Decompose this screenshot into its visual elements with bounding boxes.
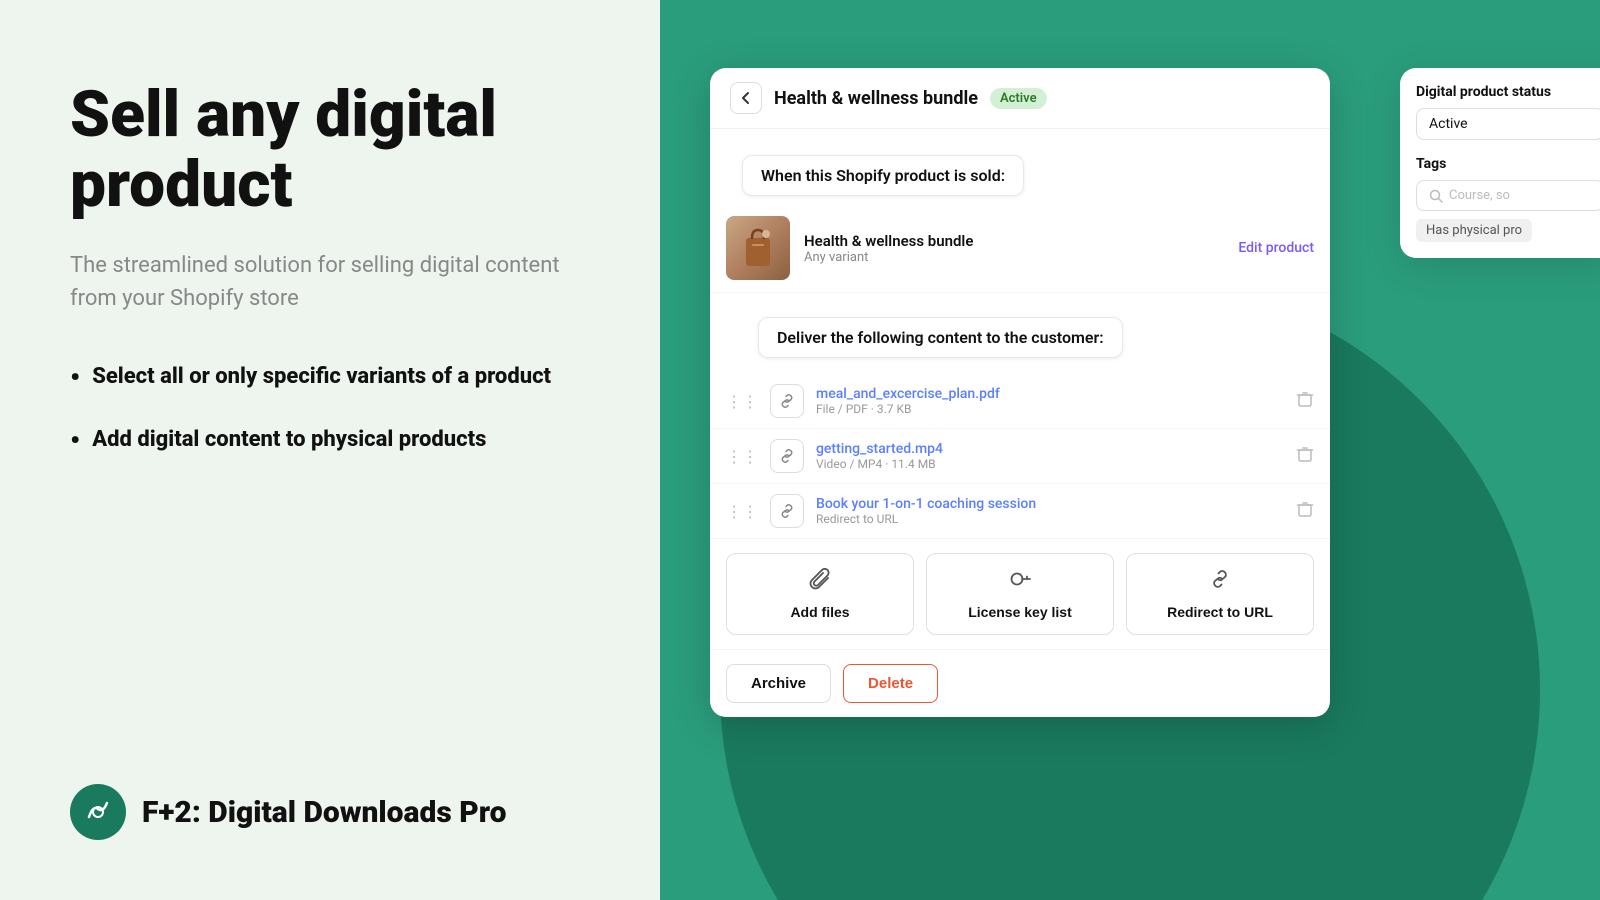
file-meta-2: Video / MP4 · 11.4 MB: [816, 457, 1284, 471]
drag-handle-1[interactable]: ⋮⋮: [726, 392, 758, 411]
tags-search[interactable]: Course, so: [1416, 180, 1600, 211]
drag-handle-3[interactable]: ⋮⋮: [726, 502, 758, 521]
bullet-item-1: Select all or only specific variants of …: [70, 363, 590, 394]
action-buttons-row: Add files License key list: [710, 539, 1330, 650]
back-arrow-icon: [738, 90, 754, 106]
status-badge: Active: [990, 88, 1047, 109]
add-files-label: Add files: [790, 604, 849, 620]
sidebar-status-value: Active: [1416, 108, 1600, 140]
delete-file-3[interactable]: [1296, 500, 1314, 523]
delete-file-2[interactable]: [1296, 445, 1314, 468]
delete-file-1[interactable]: [1296, 390, 1314, 413]
product-row: Health & wellness bundle Any variant Edi…: [710, 204, 1330, 293]
window-title: Health & wellness bundle: [774, 88, 978, 109]
file-icon-1: [770, 384, 804, 418]
file-info-1: meal_and_excercise_plan.pdf File / PDF ·…: [816, 386, 1284, 416]
left-content: Sell any digital product The streamlined…: [70, 80, 590, 488]
paperclip-svg: [809, 568, 831, 590]
hero-title: Sell any digital product: [70, 80, 590, 221]
add-files-button[interactable]: Add files: [726, 553, 914, 635]
drag-handle-2[interactable]: ⋮⋮: [726, 447, 758, 466]
file-info-2: getting_started.mp4 Video / MP4 · 11.4 M…: [816, 441, 1284, 471]
tags-label: Tags: [1416, 156, 1600, 172]
key-icon: [1009, 568, 1031, 596]
bottom-actions: Archive Delete: [710, 650, 1330, 717]
file-name-3[interactable]: Book your 1-on-1 coaching session: [816, 496, 1284, 512]
redirect-url-label: Redirect to URL: [1167, 604, 1273, 620]
search-icon: [1429, 189, 1443, 203]
trash-icon-2: [1296, 445, 1314, 463]
bullet-item-2: Add digital content to physical products: [70, 426, 590, 457]
file-row-2: ⋮⋮ getting_started.mp4 Video / MP4 · 11.…: [710, 429, 1330, 484]
redirect-url-button[interactable]: Redirect to URL: [1126, 553, 1314, 635]
left-panel: Sell any digital product The streamlined…: [0, 0, 660, 900]
license-key-button[interactable]: License key list: [926, 553, 1114, 635]
back-button[interactable]: [730, 82, 762, 114]
file-info-3: Book your 1-on-1 coaching session Redire…: [816, 496, 1284, 526]
product-name: Health & wellness bundle: [804, 232, 1224, 250]
app-window: Health & wellness bundle Active When thi…: [710, 68, 1330, 717]
brand-name: F+2: Digital Downloads Pro: [142, 795, 506, 830]
file-name-1[interactable]: meal_and_excercise_plan.pdf: [816, 386, 1284, 402]
bullet-list: Select all or only specific variants of …: [70, 363, 590, 457]
brand-footer: F+2: Digital Downloads Pro: [70, 784, 590, 840]
paperclip-icon: [809, 568, 831, 596]
brand-logo: [70, 784, 126, 840]
file-name-2[interactable]: getting_started.mp4: [816, 441, 1284, 457]
trash-icon-3: [1296, 500, 1314, 518]
trash-icon-1: [1296, 390, 1314, 408]
link-icon-2: [778, 447, 796, 465]
file-meta-1: File / PDF · 3.7 KB: [816, 402, 1284, 416]
file-icon-2: [770, 439, 804, 473]
product-variant: Any variant: [804, 250, 1224, 265]
product-info: Health & wellness bundle Any variant: [804, 232, 1224, 265]
tags-search-placeholder: Course, so: [1449, 188, 1510, 203]
product-image: [726, 216, 790, 280]
link-icon-3: [778, 502, 796, 520]
edit-product-link[interactable]: Edit product: [1238, 240, 1314, 256]
product-image-icon: [738, 226, 778, 270]
file-row-1: ⋮⋮ meal_and_excercise_plan.pdf File / PD…: [710, 374, 1330, 429]
delete-button[interactable]: Delete: [843, 664, 938, 703]
sidebar-tag: Has physical pro: [1416, 219, 1532, 242]
chain-link-icon: [1209, 568, 1231, 596]
when-label: When this Shopify product is sold:: [742, 155, 1024, 196]
right-panel: Health & wellness bundle Active When thi…: [660, 0, 1600, 900]
deliver-label: Deliver the following content to the cus…: [758, 317, 1123, 358]
archive-button[interactable]: Archive: [726, 664, 831, 703]
license-key-label: License key list: [968, 604, 1072, 620]
file-row-3: ⋮⋮ Book your 1-on-1 coaching session Red…: [710, 484, 1330, 539]
hero-subtitle: The streamlined solution for selling dig…: [70, 249, 590, 315]
chain-svg: [1209, 568, 1231, 590]
sidebar-panel: Digital product status Active Tags Cours…: [1400, 68, 1600, 258]
key-svg: [1009, 568, 1031, 590]
window-header: Health & wellness bundle Active: [710, 68, 1330, 129]
digital-product-status-label: Digital product status: [1416, 84, 1600, 100]
file-icon-3: [770, 494, 804, 528]
brand-logo-icon: [79, 793, 117, 831]
link-icon-1: [778, 392, 796, 410]
file-meta-3: Redirect to URL: [816, 512, 1284, 526]
